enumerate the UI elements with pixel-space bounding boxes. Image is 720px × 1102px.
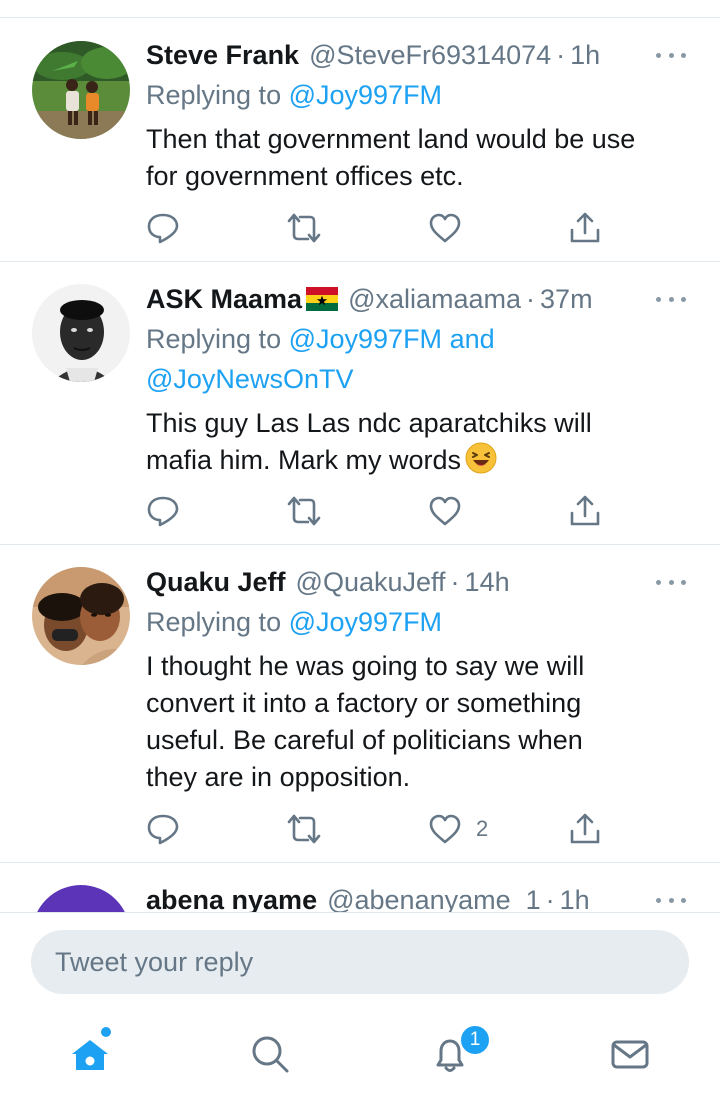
retweet-icon[interactable] xyxy=(286,208,322,248)
tweet-text-line: I thought he was going to say we will xyxy=(146,651,585,681)
replying-label: Replying to xyxy=(146,324,289,354)
timestamp[interactable]: 1h xyxy=(570,40,600,71)
tweet-header: Steve Frank @SteveFr69314074 · 1h xyxy=(146,35,694,75)
tweet-text-line: for government offices etc. xyxy=(146,161,464,191)
tweet-header: ASK Maama @xaliamaama · 37m xyxy=(146,279,694,319)
messages-icon[interactable] xyxy=(598,1022,662,1086)
mention-link[interactable]: @Joy997FM xyxy=(289,80,442,110)
separator-dot: · xyxy=(526,283,536,314)
tweet-actions xyxy=(146,491,616,531)
username[interactable]: @abenanyame_1 xyxy=(327,885,541,913)
tweet-text-line: Then that government land would be use xyxy=(146,124,636,154)
tweet-text-line: This guy Las Las ndc aparatchiks will xyxy=(146,408,592,438)
separator-dot: · xyxy=(450,566,460,597)
username[interactable]: @QuakuJeff xyxy=(296,567,446,598)
tweet-text: Then that government land would be use f… xyxy=(146,121,694,195)
timestamp[interactable]: 37m xyxy=(540,284,593,315)
new-content-dot xyxy=(101,1027,111,1037)
reply-icon[interactable] xyxy=(146,809,180,849)
mention-link[interactable]: @Joy997FM xyxy=(289,324,442,354)
tweet-reply-input[interactable] xyxy=(31,930,689,994)
replying-label: Replying to xyxy=(146,80,289,110)
avatar[interactable] xyxy=(32,567,130,665)
share-icon[interactable] xyxy=(568,491,602,531)
share-icon[interactable] xyxy=(568,809,602,849)
ghana-flag-icon xyxy=(306,287,339,311)
separator-dot: · xyxy=(545,884,555,913)
tweet-text: I thought he was going to say we will co… xyxy=(146,648,694,796)
tweet-header: abena nyame @abenanyame_1 · 1h xyxy=(146,880,694,913)
tweet-actions xyxy=(146,208,616,248)
avatar[interactable] xyxy=(32,41,130,139)
replying-label: Replying to xyxy=(146,607,289,637)
share-icon[interactable] xyxy=(568,208,602,248)
timestamp[interactable]: 1h xyxy=(560,885,590,913)
more-options-icon[interactable] xyxy=(656,35,686,75)
timestamp[interactable]: 14h xyxy=(465,567,510,598)
display-name[interactable]: Steve Frank xyxy=(146,40,299,71)
replying-more[interactable]: and xyxy=(442,324,495,354)
tweet-reply[interactable]: Quaku Jeff @QuakuJeff · 14h Replying to … xyxy=(0,545,720,863)
replying-to: Replying to @Joy997FM xyxy=(146,602,694,642)
notification-badge: 1 xyxy=(459,1024,491,1056)
tweet-actions: 2 xyxy=(146,809,616,849)
mention-link[interactable]: @JoyNewsOnTV xyxy=(146,359,694,399)
reply-icon[interactable] xyxy=(146,491,180,531)
reply-box[interactable] xyxy=(31,930,689,994)
username[interactable]: @SteveFr69314074 xyxy=(309,40,551,71)
search-icon[interactable] xyxy=(238,1022,302,1086)
retweet-icon[interactable] xyxy=(286,809,322,849)
like-icon[interactable] xyxy=(428,208,476,248)
replying-to: Replying to @Joy997FM and @JoyNewsOnTV xyxy=(146,319,694,399)
tweet-text-line: they are in opposition. xyxy=(146,762,411,792)
replying-to: Replying to @Joy997FM xyxy=(146,75,694,115)
display-name[interactable]: ASK Maama xyxy=(146,284,302,315)
tweet-reply[interactable]: ASK Maama @xaliamaama · 37m Replying to … xyxy=(0,262,720,545)
like-icon[interactable] xyxy=(428,491,476,531)
avatar[interactable] xyxy=(32,885,130,912)
display-name[interactable]: Quaku Jeff xyxy=(146,567,286,598)
reply-icon[interactable] xyxy=(146,208,180,248)
home-icon[interactable] xyxy=(58,1022,122,1086)
retweet-icon[interactable] xyxy=(286,491,322,531)
tweet-text-line: mafia him. Mark my words xyxy=(146,445,462,475)
more-options-icon[interactable] xyxy=(656,562,686,602)
avatar[interactable] xyxy=(32,284,130,382)
tweet-text: This guy Las Las ndc aparatchiks will ma… xyxy=(146,405,694,479)
tweet-text-line: convert it into a factory or something xyxy=(146,688,582,718)
mention-link[interactable]: @Joy997FM xyxy=(289,607,442,637)
like-icon[interactable]: 2 xyxy=(428,809,488,849)
tweet-reply[interactable]: abena nyame @abenanyame_1 · 1h xyxy=(0,863,720,912)
laughing-emoji-icon xyxy=(465,442,497,474)
tweet-text-line: useful. Be careful of politicians when xyxy=(146,725,583,755)
more-options-icon[interactable] xyxy=(656,279,686,319)
tweet-reply[interactable]: Steve Frank @SteveFr69314074 · 1h Replyi… xyxy=(0,18,720,262)
separator-dot: · xyxy=(556,39,566,70)
more-options-icon[interactable] xyxy=(656,880,686,912)
reply-feed[interactable]: Steve Frank @SteveFr69314074 · 1h Replyi… xyxy=(0,0,720,912)
tweet-header: Quaku Jeff @QuakuJeff · 14h xyxy=(146,562,694,602)
display-name[interactable]: abena nyame xyxy=(146,885,317,913)
like-count: 2 xyxy=(476,816,489,841)
username[interactable]: @xaliamaama xyxy=(348,284,521,315)
